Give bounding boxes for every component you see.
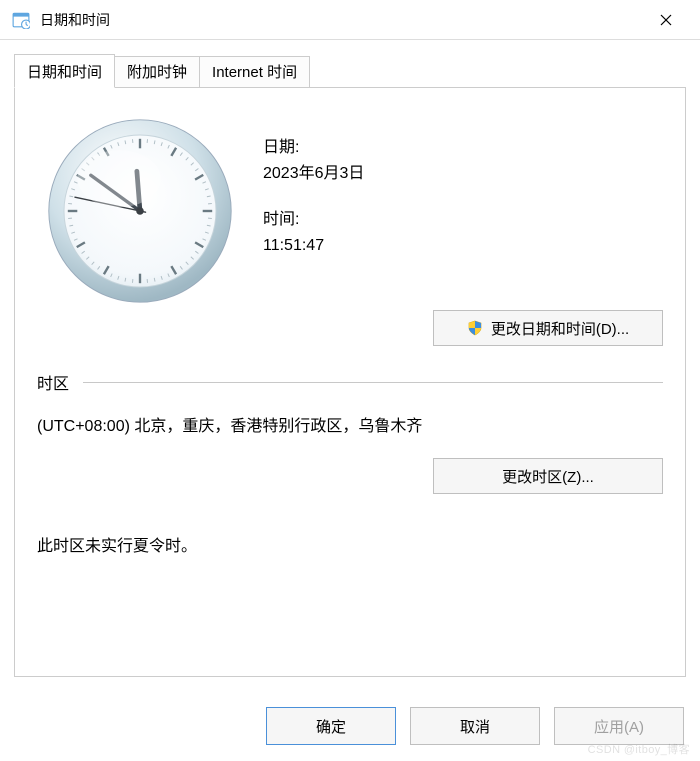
ok-button[interactable]: 确定	[266, 707, 396, 745]
tab-label: 日期和时间	[27, 64, 102, 81]
tab-panel: 日期: 2023年6月3日 时间: 11:51:47	[14, 87, 686, 677]
button-label: 应用(A)	[594, 716, 644, 737]
change-timezone-row: 更改时区(Z)...	[37, 458, 663, 494]
dst-text: 此时区未实行夏令时。	[37, 532, 663, 556]
cancel-button[interactable]: 取消	[410, 707, 540, 745]
content-area: 日期和时间 附加时钟 Internet 时间	[0, 40, 700, 691]
shield-icon	[467, 320, 483, 336]
button-label: 更改日期和时间(D)...	[491, 318, 629, 339]
tab-datetime[interactable]: 日期和时间	[14, 54, 115, 88]
date-label: 日期:	[263, 136, 663, 160]
datetime-info: 日期: 2023年6月3日 时间: 11:51:47	[263, 116, 663, 280]
change-datetime-button[interactable]: 更改日期和时间(D)...	[433, 310, 663, 346]
close-button[interactable]	[644, 0, 688, 40]
button-label: 确定	[316, 716, 346, 737]
datetime-row: 日期: 2023年6月3日 时间: 11:51:47	[37, 116, 663, 306]
time-label: 时间:	[263, 208, 663, 232]
timezone-text: (UTC+08:00) 北京，重庆，香港特别行政区，乌鲁木齐	[37, 412, 663, 436]
change-datetime-row: 更改日期和时间(D)...	[37, 310, 663, 346]
close-icon	[660, 14, 672, 26]
tabs-container: 日期和时间 附加时钟 Internet 时间	[14, 54, 686, 677]
tabs: 日期和时间 附加时钟 Internet 时间	[14, 54, 686, 88]
time-value: 11:51:47	[263, 234, 663, 258]
divider	[83, 382, 663, 383]
analog-clock	[45, 116, 235, 306]
button-label: 更改时区(Z)...	[502, 466, 594, 487]
dialog-footer: 确定 取消 应用(A)	[266, 707, 684, 745]
app-icon	[12, 11, 30, 29]
tab-internet-time[interactable]: Internet 时间	[199, 56, 310, 88]
change-timezone-button[interactable]: 更改时区(Z)...	[433, 458, 663, 494]
tab-label: 附加时钟	[127, 64, 187, 81]
date-value: 2023年6月3日	[263, 162, 663, 186]
titlebar: 日期和时间	[0, 0, 700, 40]
timezone-section-header: 时区	[37, 370, 663, 394]
tab-additional-clocks[interactable]: 附加时钟	[114, 56, 200, 88]
apply-button[interactable]: 应用(A)	[554, 707, 684, 745]
button-label: 取消	[460, 716, 490, 737]
window-title: 日期和时间	[40, 10, 644, 30]
timezone-label: 时区	[37, 370, 69, 394]
tab-label: Internet 时间	[212, 64, 297, 81]
